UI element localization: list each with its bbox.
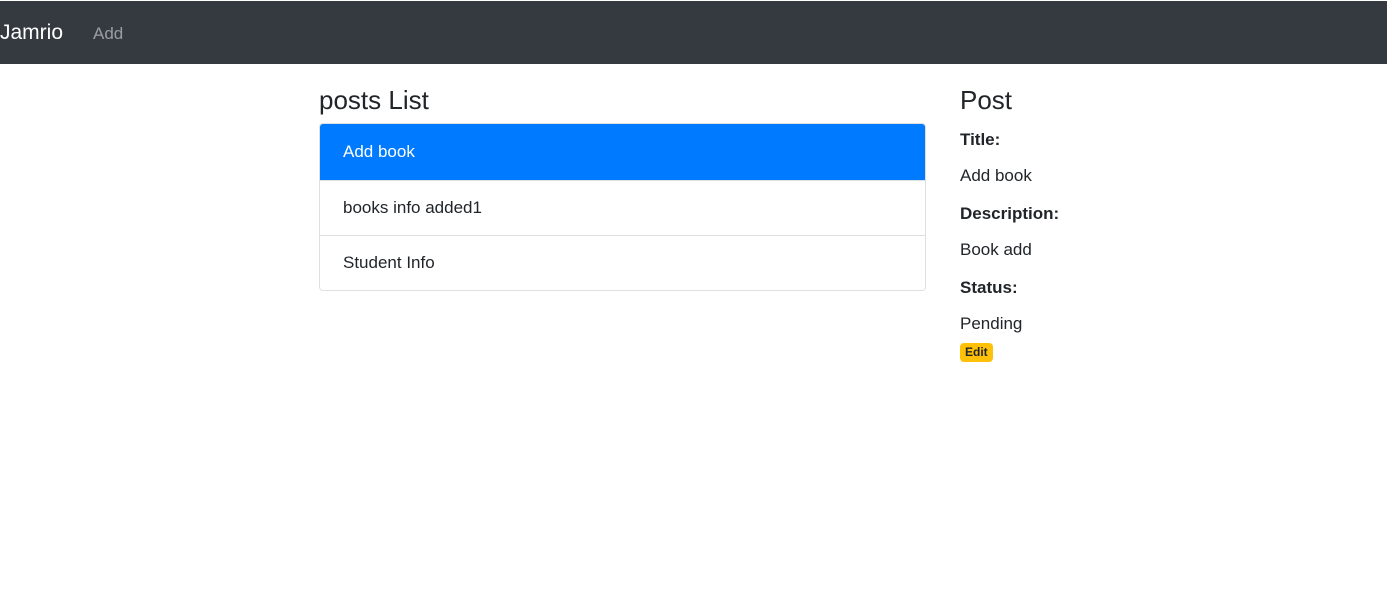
brand-link[interactable]: Jamrio (0, 20, 63, 46)
nav-link-add[interactable]: Add (93, 23, 123, 45)
posts-list: Add book books info added1 Student Info (319, 123, 926, 291)
post-detail: Post Title: Add book Description: Book a… (960, 84, 1260, 362)
list-item-books-info[interactable]: books info added1 (320, 180, 925, 235)
title-value: Add book (960, 166, 1032, 185)
edit-button[interactable]: Edit (960, 343, 993, 362)
description-value: Book add (960, 240, 1032, 259)
list-item-student-info[interactable]: Student Info (320, 235, 925, 290)
status-label: Status: (960, 278, 1018, 297)
list-item-add-book[interactable]: Add book (320, 124, 925, 180)
detail-heading: Post (960, 85, 1013, 115)
status-value: Pending (960, 314, 1023, 333)
navbar: Jamrio Add (0, 1, 1387, 64)
list-heading: posts List (319, 85, 429, 115)
title-label: Title: (960, 130, 1001, 149)
description-label: Description: (960, 204, 1060, 223)
